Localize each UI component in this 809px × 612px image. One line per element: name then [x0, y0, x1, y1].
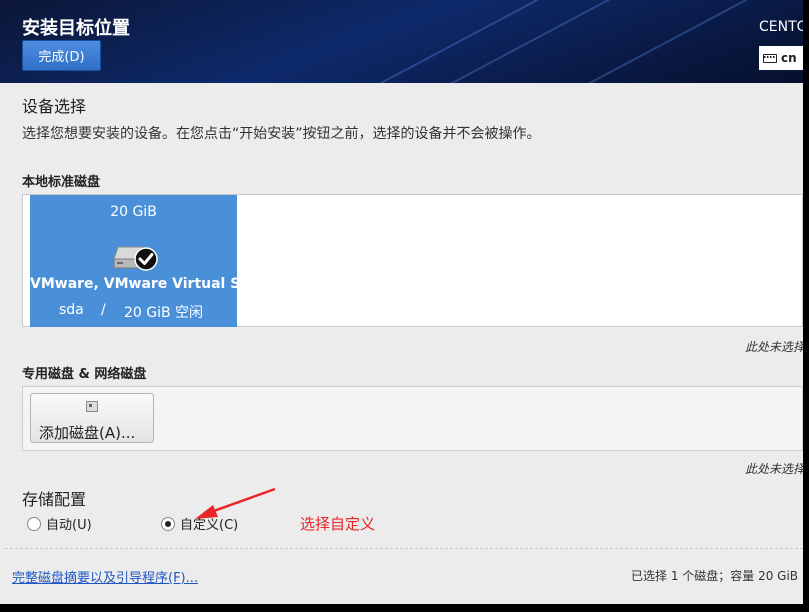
- add-disk-label: 添加磁盘(A)...: [39, 424, 136, 442]
- selection-status: 已选择 1 个磁盘；容量 20 GiB: [631, 569, 799, 583]
- storage-config-title: 存储配置: [22, 490, 87, 509]
- keyboard-layout-label: cn: [781, 51, 797, 65]
- device-selection-title: 设备选择: [22, 97, 87, 116]
- done-button[interactable]: 完成(D): [22, 40, 101, 71]
- disk-tile-sda[interactable]: 20 GiB VMware, VMware Virtual S sda / 20…: [30, 195, 241, 327]
- header-decoration: [434, 0, 666, 83]
- annotation-arrow-icon: [195, 487, 276, 519]
- disk-add-icon: [86, 401, 98, 412]
- header-bar: 安装目标位置 完成(D) CENTO cn: [0, 0, 803, 83]
- disk-name: VMware, VMware Virtual S: [30, 276, 241, 292]
- add-disk-button[interactable]: 添加磁盘(A)...: [30, 393, 154, 443]
- radio-automatic-label: 自动(U): [46, 518, 92, 533]
- keyboard-icon: [763, 53, 777, 63]
- hard-disk-selected-icon: [113, 246, 158, 271]
- radio-automatic-indicator[interactable]: [27, 516, 41, 531]
- product-name: CENTO: [759, 19, 803, 35]
- local-disks-note: 此处未选择: [745, 340, 803, 354]
- specialized-disks-area: 添加磁盘(A)...: [22, 386, 803, 451]
- disk-free-space: 20 GiB 空闲: [124, 305, 204, 321]
- radio-automatic[interactable]: 自动(U): [27, 514, 92, 533]
- footer-divider: [5, 548, 803, 549]
- keyboard-layout-indicator[interactable]: cn: [759, 46, 803, 70]
- header-decoration: [534, 0, 766, 83]
- device-selection-description: 选择您想要安装的设备。在您点击“开始安装”按钮之前，选择的设备并不会被操作。: [22, 126, 541, 142]
- specialized-disks-note: 此处未选择: [745, 462, 803, 476]
- disk-separator: /: [101, 302, 106, 318]
- specialized-disks-title: 专用磁盘 & 网络磁盘: [22, 367, 147, 382]
- page-title: 安装目标位置: [22, 18, 130, 39]
- header-decoration: [344, 0, 576, 83]
- local-disks-title: 本地标准磁盘: [22, 175, 101, 190]
- local-disks-list: 20 GiB VMware, VMware Virtual S sda / 20…: [22, 194, 803, 327]
- annotation-text: 选择自定义: [300, 515, 376, 533]
- disk-device: sda: [59, 302, 84, 318]
- disk-summary-link[interactable]: 完整磁盘摘要以及引导程序(F)...: [12, 567, 198, 586]
- radio-custom-indicator[interactable]: [161, 516, 175, 531]
- disk-size: 20 GiB: [110, 204, 157, 220]
- installer-window: 安装目标位置 完成(D) CENTO cn 设备选择 选择您想要安装的设备。在您…: [0, 0, 803, 604]
